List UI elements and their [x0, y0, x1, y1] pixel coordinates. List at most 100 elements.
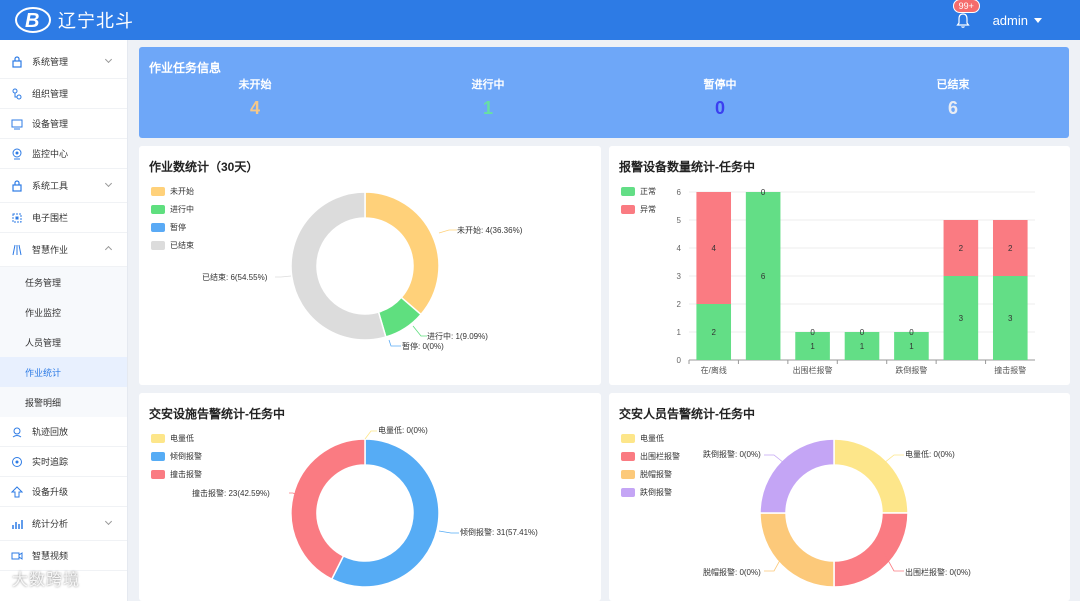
stat-label: 暂停中 [703, 79, 737, 91]
donut-slice[interactable] [759, 512, 835, 588]
x-tick-label: 在/离线 [701, 365, 727, 375]
sidebar-item-realtime[interactable]: 实时追踪 [0, 447, 127, 477]
y-tick-label: 5 [677, 216, 682, 225]
bar-value-label: 1 [909, 342, 914, 351]
bar-value-label: 0 [761, 188, 766, 197]
lock-icon [10, 55, 24, 69]
donut-slice[interactable] [833, 438, 909, 514]
stat-in-progress: 进行中 1 [428, 76, 548, 119]
sidebar-item-label: 组织管理 [32, 89, 69, 99]
stat-label: 已结束 [936, 79, 970, 91]
bar-value-label: 2 [959, 244, 964, 253]
x-tick-label: 跌倒报警 [895, 365, 927, 375]
sidebar-item-fence[interactable]: 电子围栏 [0, 203, 127, 233]
sidebar-item-device[interactable]: 设备管理 [0, 109, 127, 139]
sidebar-item-monitor[interactable]: 监控中心 [0, 139, 127, 169]
task-info-banner: 作业任务信息 未开始 4 进行中 1 暂停中 0 已结束 6 [139, 47, 1069, 138]
alarm-devices-bar-chart: 0 1 2 3 4 5 6 2 4 在/离线 6 0 1 0 出围栏报警 1 0 1 0 跌倒报警 3 2 3 2 撞击报警 [677, 188, 1035, 375]
sidebar-item-label: 统计分析 [32, 519, 69, 529]
video-icon [10, 549, 24, 563]
alarm-devices-card: 报警设备数量统计-任务中 正常 异常 0 1 2 3 4 5 6 2 4 在/离线 6 0 1 0 出围栏报… [609, 146, 1070, 385]
label-line [438, 229, 457, 234]
sidebar-item-label: 系统管理 [32, 57, 69, 67]
sidebar-item-label: 监控中心 [32, 149, 69, 159]
sidebar-subitem-label: 人员管理 [25, 337, 62, 348]
stat-ended: 已结束 6 [893, 76, 1013, 119]
track-icon [10, 425, 24, 439]
sidebar-item-label: 轨迹回放 [32, 427, 69, 437]
target-icon [10, 455, 24, 469]
logo-icon: B [14, 5, 52, 35]
label-low-battery: 电量低: 0(0%) [378, 425, 428, 435]
banner-title: 作业任务信息 [149, 61, 222, 75]
user-menu[interactable]: admin [993, 13, 1042, 28]
stat-not-started: 未开始 4 [195, 76, 315, 119]
y-tick-label: 1 [677, 328, 682, 337]
sidebar: 系统管理 组织管理 设备管理 监控中心 系统工具 电子围栏 智慧作业 任务管理 … [0, 40, 128, 601]
label-line [388, 339, 401, 347]
notification-badge: 99+ [952, 0, 980, 13]
stat-label: 进行中 [471, 79, 505, 91]
y-tick-label: 4 [677, 244, 682, 253]
sidebar-item-smart-work[interactable]: 智慧作业 [0, 233, 127, 267]
label-paused: 暂停: 0(0%) [402, 341, 444, 351]
monitor-icon [10, 147, 24, 161]
bell-icon [955, 13, 970, 28]
y-tick-label: 0 [677, 356, 682, 365]
y-tick-label: 6 [677, 188, 682, 197]
sidebar-subitem-label: 任务管理 [25, 277, 62, 288]
donut-slice[interactable] [364, 191, 440, 316]
sidebar-subitem-alarm-detail[interactable]: 报警明细 [0, 387, 127, 417]
upgrade-icon [10, 485, 24, 499]
lock-icon [10, 179, 24, 193]
label-ended: 已结束: 6(54.55%) [202, 272, 268, 282]
label-tilt: 倾倒报警: 31(57.41%) [460, 527, 538, 537]
donut-slice[interactable] [833, 512, 909, 588]
sidebar-item-tools[interactable]: 系统工具 [0, 169, 127, 203]
label-line [275, 275, 292, 278]
sidebar-subitem-task-management[interactable]: 任务管理 [0, 267, 127, 297]
bar-value-label: 0 [810, 328, 815, 337]
sidebar-subitem-label: 报警明细 [25, 397, 62, 408]
sidebar-item-label: 系统工具 [32, 181, 69, 191]
label-not-started: 未开始: 4(36.36%) [457, 225, 523, 235]
label-helmet-off: 脱帽报警: 0(0%) [703, 567, 761, 577]
sidebar-item-track-playback[interactable]: 轨迹回放 [0, 417, 127, 447]
sidebar-item-analysis[interactable]: 统计分析 [0, 507, 127, 541]
label-out-fence: 出围栏报警: 0(0%) [905, 567, 971, 577]
label-low-battery: 电量低: 0(0%) [905, 449, 955, 459]
sidebar-item-label: 设备管理 [32, 119, 69, 129]
label-line [364, 430, 377, 440]
top-bar: B 辽宁北斗 99+ admin [0, 0, 1080, 40]
stat-value: 6 [947, 98, 958, 118]
stat-paused: 暂停中 0 [660, 76, 780, 119]
bar-value-label: 3 [1008, 314, 1013, 323]
y-tick-label: 3 [677, 272, 682, 281]
donut-slice[interactable] [759, 438, 835, 514]
sidebar-subitem-work-monitor[interactable]: 作业监控 [0, 297, 127, 327]
sidebar-item-org[interactable]: 组织管理 [0, 79, 127, 109]
x-tick-label: 出围栏报警 [793, 365, 833, 375]
sidebar-subitem-work-stats[interactable]: 作业统计 [0, 357, 127, 387]
bar-value-label: 6 [761, 272, 766, 281]
sidebar-subitem-personnel[interactable]: 人员管理 [0, 327, 127, 357]
org-icon [10, 87, 24, 101]
chevron-down-icon [104, 517, 113, 526]
sidebar-item-upgrade[interactable]: 设备升级 [0, 477, 127, 507]
label-impact: 撞击报警: 23(42.59%) [192, 488, 270, 498]
stat-value: 0 [714, 98, 725, 118]
work-stats-card: 作业数统计（30天） 未开始 进行中 暂停 已结束 未开始: 4(36.36%)… [139, 146, 601, 385]
personnel-alarm-card: 交安人员告警统计-任务中 电量低 出围栏报警 脱帽报警 跌倒报警 电量低: 0(… [609, 393, 1070, 601]
sidebar-item-system[interactable]: 系统管理 [0, 45, 127, 79]
work-icon [10, 243, 24, 257]
sidebar-item-label: 实时追踪 [32, 457, 69, 467]
donut-slice[interactable] [290, 438, 366, 581]
sidebar-item-label: 智慧作业 [32, 245, 69, 255]
logo[interactable]: B 辽宁北斗 [14, 5, 134, 35]
facility-alarm-card: 交安设施告警统计-任务中 电量低 倾倒报警 撞击报警 电量低: 0(0%) 倾倒… [139, 393, 601, 601]
notification-bell[interactable]: 99+ [952, 0, 980, 30]
chevron-down-icon [104, 179, 113, 188]
bar-value-label: 0 [909, 328, 914, 337]
x-tick-label: 撞击报警 [994, 365, 1026, 375]
personnel-alarm-donut: 电量低: 0(0%) 出围栏报警: 0(0%) 脱帽报警: 0(0%) 跌倒报警… [703, 438, 971, 588]
